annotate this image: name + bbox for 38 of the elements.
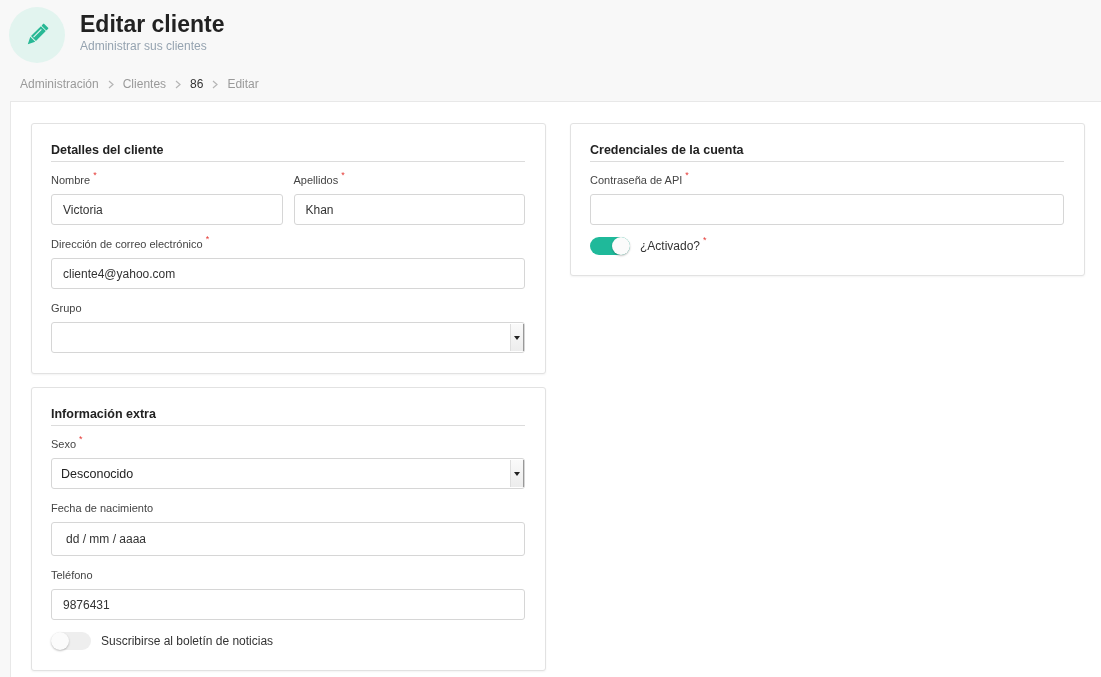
- text-field[interactable]: Khan: [293, 194, 525, 225]
- text-field[interactable]: 9876431: [51, 589, 525, 620]
- chevron-icon: [175, 80, 182, 89]
- required-mark: *: [703, 236, 707, 245]
- caret-icon: [510, 460, 523, 487]
- required-mark: *: [341, 171, 345, 180]
- toggle-switch[interactable]: [590, 237, 630, 255]
- breadcrumb-link[interactable]: 86: [190, 77, 204, 92]
- card-heading: Información extra: [51, 406, 525, 426]
- select-field[interactable]: [51, 322, 525, 353]
- date-field[interactable]: dd / mm / aaaa: [51, 522, 525, 556]
- field-label: Apellidos: [293, 174, 339, 187]
- field-label: Teléfono: [51, 569, 93, 582]
- required-mark: *: [93, 171, 97, 180]
- field-label: Contraseña de API: [590, 174, 683, 187]
- field-label: Dirección de correo electrónico: [51, 238, 203, 251]
- field-label: Sexo: [51, 438, 77, 451]
- page-subtitle: Administrar sus clientes: [80, 39, 208, 54]
- field-label: Grupo: [51, 302, 82, 315]
- chevron-icon: [212, 80, 219, 89]
- toggle-switch[interactable]: [51, 632, 91, 650]
- caret-icon: [510, 324, 523, 351]
- pencil-icon: [9, 7, 65, 63]
- field-label: Suscribirse al boletín de noticias: [101, 634, 274, 648]
- field-label: Fecha de nacimiento: [51, 502, 154, 515]
- password-field[interactable]: [590, 194, 1064, 225]
- field-label: ¿Activado?: [640, 239, 701, 253]
- required-mark: *: [205, 235, 210, 244]
- field-label: Nombre: [51, 174, 91, 187]
- required-mark: *: [79, 435, 83, 444]
- card-heading: Detalles del cliente: [51, 142, 525, 162]
- required-mark: *: [685, 171, 689, 180]
- select-field[interactable]: Desconocido: [51, 458, 525, 489]
- text-field[interactable]: Victoria: [51, 194, 283, 225]
- text-field[interactable]: cliente4@yahoo.com: [51, 258, 525, 289]
- page-title: Editar cliente: [80, 10, 225, 38]
- card-heading: Credenciales de la cuenta: [590, 142, 1064, 162]
- chevron-icon: [107, 80, 114, 89]
